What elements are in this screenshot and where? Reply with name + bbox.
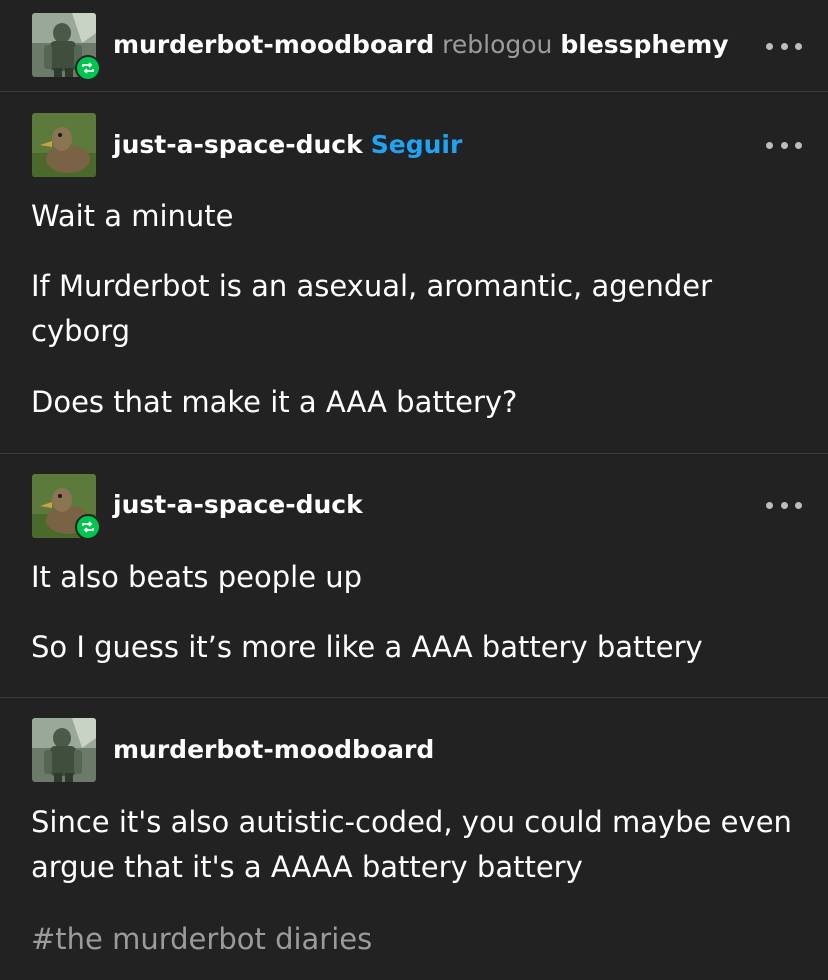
- post-3-paragraph-1: Since it's also autistic-coded, you coul…: [31, 805, 792, 884]
- avatar-murderbot-moodboard[interactable]: [32, 718, 96, 782]
- reblog-action: reblogou: [442, 30, 553, 59]
- more-options-button[interactable]: [766, 41, 802, 51]
- reblogger-username[interactable]: murderbot-moodboard: [113, 30, 434, 59]
- post-3-header: murderbot-moodboard: [113, 735, 434, 765]
- more-options-icon: [766, 141, 773, 149]
- post-1-header: just-a-space-duck Seguir: [113, 130, 462, 160]
- reblog-source-username[interactable]: blessphemy: [560, 30, 728, 59]
- duck-avatar-icon: [32, 113, 96, 177]
- reblog-badge: [75, 514, 101, 540]
- post-3-username[interactable]: murderbot-moodboard: [113, 735, 434, 764]
- post-2-username[interactable]: just-a-space-duck: [113, 490, 363, 519]
- reblog-badge: [75, 55, 101, 81]
- more-options-button[interactable]: [766, 140, 802, 150]
- robot-avatar-icon: [32, 718, 96, 782]
- post-tag[interactable]: #the murderbot diaries: [31, 917, 372, 962]
- post-section-3: murderbot-moodboard Since it's also auti…: [0, 698, 828, 980]
- post-2-header: just-a-space-duck: [113, 490, 363, 520]
- post-2-paragraph-1: It also beats people up: [31, 560, 363, 594]
- reblog-line: murderbot-moodboard reblogou blessphemy: [113, 30, 729, 60]
- more-options-icon: [766, 501, 773, 509]
- post-2-paragraph-2: So I guess it’s more like a AAA battery …: [31, 630, 703, 664]
- reblog-header: murderbot-moodboard reblogou blessphemy: [0, 0, 828, 92]
- more-options-button[interactable]: [766, 500, 802, 510]
- follow-button[interactable]: Seguir: [371, 130, 463, 159]
- reblog-icon: [82, 521, 94, 533]
- post-1-paragraph-1: Wait a minute: [31, 199, 234, 233]
- post-1-paragraph-3: Does that make it a AAA battery?: [31, 385, 518, 419]
- post-section-2: just-a-space-duck It also beats people u…: [0, 454, 828, 698]
- post-1-paragraph-2: If Murderbot is an asexual, aromantic, a…: [31, 269, 713, 348]
- post-section-1: just-a-space-duck Seguir Wait a minute If…: [0, 92, 828, 454]
- avatar-just-a-space-duck[interactable]: [32, 113, 96, 177]
- more-options-icon: [766, 42, 773, 50]
- reblog-icon: [82, 62, 94, 74]
- post-1-username[interactable]: just-a-space-duck: [113, 130, 363, 159]
